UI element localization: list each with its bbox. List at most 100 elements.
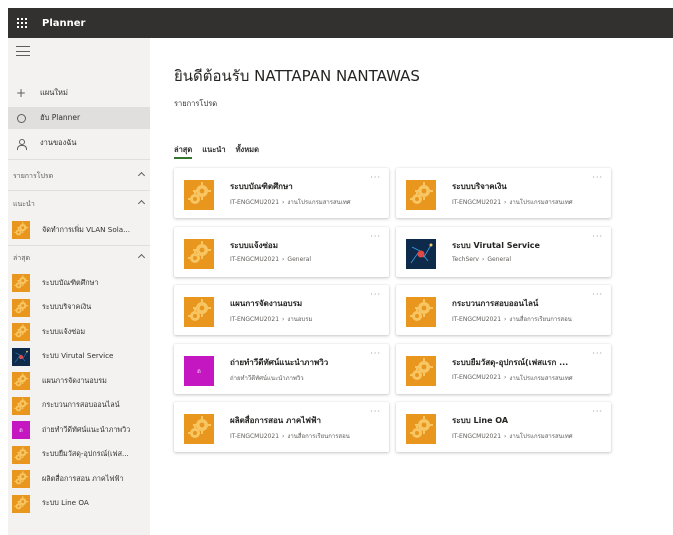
plan-card[interactable]: ระบบแจ้งซ่อม IT-ENGCMU2021 › General ··· — [174, 226, 389, 277]
plan-card-breadcrumb: IT-ENGCMU2021 › งานโปรแกรมสารสนเทศ — [452, 197, 604, 207]
nav-new-plan[interactable]: + แผนใหม่ — [8, 82, 150, 104]
plan-card-bucket: งานโปรแกรมสารสนเทศ — [287, 199, 351, 206]
sidebar-plan-item[interactable]: ระบบยืมวัสดุ-อุปกรณ์(เฟส... — [8, 443, 150, 467]
more-options-icon[interactable]: ··· — [592, 173, 603, 182]
sidebar-plan-item[interactable]: ระบบ Line OA — [8, 492, 150, 516]
plan-card[interactable]: ระบบ Line OA IT-ENGCMU2021 › งานโปรแกรมสารส… — [396, 402, 611, 452]
sidebar-plan-item[interactable]: ระบบบัณฑิตศึกษา — [8, 271, 150, 295]
plan-card-title: ระบบบริจาคเงิน — [452, 182, 507, 191]
plan-card-group: ถ่ายทำวีดีทัศน์แนะนำภาพวิว — [230, 374, 304, 382]
sidebar-plan-item[interactable]: จัดทำการเพิ่ม VLAN Sola... — [8, 218, 150, 242]
plan-gear-icon — [12, 494, 30, 513]
sidebar-plan-item[interactable]: ระบบ Virutal Service — [8, 345, 150, 369]
plan-card-title: กระบวนการสอบออนไลน์ — [452, 299, 539, 308]
sidebar-plan-item[interactable]: ระบบบริจาคเงิน — [8, 296, 150, 320]
plan-gear-icon — [406, 297, 436, 327]
plan-card-bucket: งานอบรม — [287, 316, 313, 323]
sidebar-plan-item[interactable]: กระบวนการสอบออนไลน์ — [8, 394, 150, 418]
plan-card[interactable]: ผลิตสื่อการสอน ภาคไฟฟ้า IT-ENGCMU2021 › งาน… — [174, 402, 389, 452]
sidebar-divider — [8, 190, 150, 191]
plan-card-title: แผนการจัดงานอบรม — [230, 299, 303, 308]
plan-label: ระบบยืมวัสดุ-อุปกรณ์(เฟส... — [42, 449, 129, 458]
plan-label: แผนการจัดงานอบรม — [42, 375, 107, 385]
section-recent[interactable]: ล่าสุด — [8, 251, 150, 265]
plan-gear-icon — [12, 372, 30, 390]
plan-card-group: IT-ENGCMU2021 — [452, 315, 502, 323]
plan-initial-icon: ถ — [184, 355, 214, 386]
plan-card-group: IT-ENGCMU2021 — [452, 374, 502, 381]
sidebar-plan-item[interactable]: ระบบแจ้งซ่อม — [8, 320, 150, 344]
plan-card-breadcrumb: ถ่ายทำวีดีทัศน์แนะนำภาพวิว — [230, 373, 382, 383]
plan-card-breadcrumb: IT-ENGCMU2021 › งานอบรม — [230, 314, 382, 324]
hamburger-menu-icon[interactable] — [16, 46, 30, 56]
chevron-right-icon: › — [504, 432, 507, 440]
more-options-icon[interactable]: ··· — [592, 349, 603, 358]
plan-network-icon — [406, 238, 436, 269]
chevron-right-icon: › — [282, 255, 285, 263]
nav-label: งานของฉัน — [40, 138, 77, 147]
plan-card[interactable]: ถถ่ายทำวีดีทัศน์แนะนำภาพวิว ถ่ายทำวีดีทัศ… — [174, 343, 389, 394]
plan-card-group: IT-ENGCMU2021 — [452, 432, 502, 440]
plan-card-title: ระบบ Line OA — [452, 416, 509, 425]
more-options-icon[interactable]: ··· — [370, 407, 381, 416]
favorites-label: รายการโปรด — [174, 99, 218, 108]
welcome-title: ยินดีต้อนรับ NATTAPAN NANTAWAS — [174, 67, 420, 85]
chevron-right-icon: › — [282, 198, 285, 206]
sidebar-divider — [8, 245, 150, 246]
chevron-right-icon: › — [282, 315, 285, 323]
plan-card[interactable]: กระบวนการสอบออนไลน์ IT-ENGCMU2021 › งานสื่อ… — [396, 285, 611, 335]
plan-card-breadcrumb: IT-ENGCMU2021 › งานสื่อการเรียนการสอน — [230, 431, 382, 441]
plan-gear-icon — [406, 355, 436, 386]
plan-label: ถ่ายทำวีดีทัศน์แนะนำภาพวิว — [42, 424, 131, 434]
plan-gear-icon — [12, 396, 30, 415]
tab-all[interactable]: ทั้งหมด — [236, 144, 259, 159]
chevron-up-icon[interactable] — [137, 253, 146, 262]
plan-card-group: IT-ENGCMU2021 — [230, 255, 280, 263]
section-favorites[interactable]: รายการโปรด — [8, 169, 150, 183]
plan-gear-icon — [12, 221, 30, 239]
plan-card[interactable]: ระบบยืมวัสดุ-อุปกรณ์(เฟสแรก ... IT-ENGCMU… — [396, 343, 611, 394]
plan-card-title: ระบบยืมวัสดุ-อุปกรณ์(เฟสแรก ... — [452, 357, 569, 367]
more-options-icon[interactable]: ··· — [592, 232, 603, 241]
more-options-icon[interactable]: ··· — [592, 290, 603, 299]
sidebar-divider — [8, 159, 150, 160]
circle-icon — [14, 113, 28, 123]
plan-gear-icon — [184, 180, 214, 210]
more-options-icon[interactable]: ··· — [370, 349, 381, 358]
section-favorites-label: รายการโปรด — [13, 171, 54, 180]
plan-gear-icon — [184, 238, 214, 269]
plan-gear-icon — [12, 470, 30, 488]
sidebar-plan-item[interactable]: แผนการจัดงานอบรม — [8, 369, 150, 393]
tab-recent[interactable]: ล่าสุด — [174, 144, 193, 159]
more-options-icon[interactable]: ··· — [592, 407, 603, 416]
plan-label: ระบบ Line OA — [42, 498, 89, 507]
plan-card[interactable]: แผนการจัดงานอบรม IT-ENGCMU2021 › งานอบรม ··· — [174, 285, 389, 335]
app-title: Planner — [42, 17, 86, 29]
plan-card-title: ระบบแจ้งซ่อม — [230, 240, 279, 250]
plan-card[interactable]: ระบบบัณฑิตศึกษา IT-ENGCMU2021 › งานโปรแกรมส… — [174, 168, 389, 218]
plan-card-group: IT-ENGCMU2021 — [452, 198, 502, 206]
plan-card-title: ระบบ Virutal Service — [452, 240, 540, 250]
more-options-icon[interactable]: ··· — [370, 232, 381, 241]
more-options-icon[interactable]: ··· — [370, 290, 381, 299]
chevron-up-icon[interactable] — [137, 171, 146, 180]
plan-card-bucket: General — [487, 255, 512, 263]
plan-initial-icon: ถ — [12, 421, 30, 439]
person-icon — [14, 138, 28, 150]
tab-recommended[interactable]: แนะนำ — [202, 144, 225, 159]
sidebar-plan-item[interactable]: ผลิตสื่อการสอน ภาคไฟฟ้า — [8, 467, 150, 491]
nav-my-tasks[interactable]: งานของฉัน — [8, 132, 150, 154]
plan-gear-icon — [406, 414, 436, 444]
nav-planner-hub[interactable]: ฮับ Planner — [8, 107, 150, 129]
plan-card[interactable]: ระบบ Virutal Service TechServ › General ··· — [396, 226, 611, 277]
plan-card-group: IT-ENGCMU2021 — [230, 315, 280, 323]
section-recommended[interactable]: แนะนำ — [8, 197, 150, 211]
app-launcher-icon[interactable] — [8, 8, 36, 38]
sidebar-plan-item[interactable]: ถ ถ่ายทำวีดีทัศน์แนะนำภาพวิว — [8, 418, 150, 442]
plan-label: กระบวนการสอบออนไลน์ — [42, 400, 120, 409]
chevron-up-icon[interactable] — [137, 199, 146, 208]
plan-label: ระบบบัณฑิตศึกษา — [42, 277, 99, 287]
more-options-icon[interactable]: ··· — [370, 173, 381, 182]
plan-card-bucket: งานสื่อการเรียนการสอน — [287, 433, 350, 440]
plan-card[interactable]: ระบบบริจาคเงิน IT-ENGCMU2021 › งานโปรแกรมสา… — [396, 168, 611, 218]
